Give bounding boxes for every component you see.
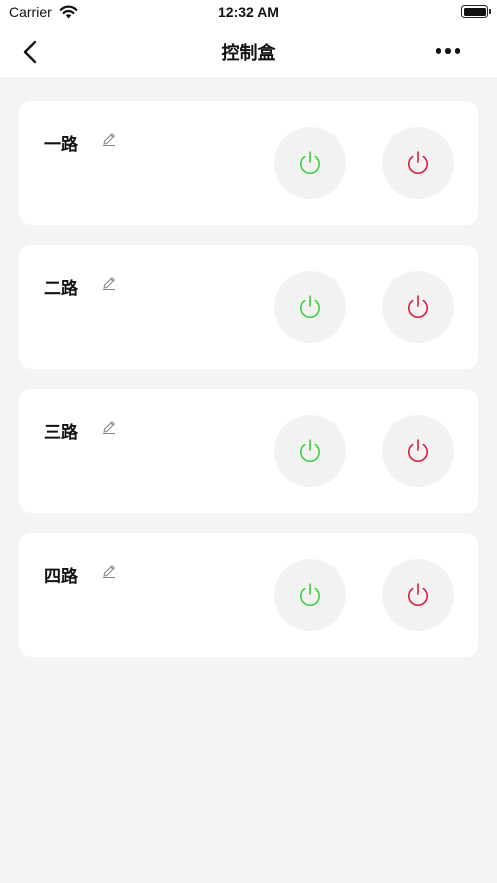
power-icon	[408, 295, 428, 318]
channel-card-4: 四路	[19, 533, 478, 657]
power-on-button[interactable]	[274, 415, 346, 487]
power-on-button[interactable]	[274, 127, 346, 199]
power-icon	[408, 439, 428, 462]
power-off-button[interactable]	[382, 415, 454, 487]
power-on-button[interactable]	[274, 271, 346, 343]
power-off-button[interactable]	[382, 127, 454, 199]
power-icon	[300, 295, 320, 318]
page-title: 控制盒	[221, 43, 276, 64]
power-icon	[408, 151, 428, 174]
more-dot	[454, 48, 461, 54]
power-icon	[300, 151, 320, 174]
power-icon	[300, 439, 320, 462]
channel-card-3: 三路	[19, 389, 478, 513]
power-icon	[408, 583, 428, 606]
pencil-icon[interactable]	[101, 275, 117, 291]
pencil-icon[interactable]	[101, 563, 117, 579]
battery-icon	[461, 5, 488, 18]
more-button[interactable]	[430, 38, 466, 64]
channel-list: 一路 二路 三路 四路	[19, 101, 478, 677]
channel-name: 四路	[44, 567, 78, 587]
status-time: 12:32 AM	[218, 4, 279, 20]
more-dot	[435, 48, 442, 54]
power-off-button[interactable]	[382, 271, 454, 343]
power-off-button[interactable]	[382, 559, 454, 631]
channel-name: 二路	[44, 279, 78, 299]
battery-cap	[489, 9, 491, 14]
channel-name: 三路	[44, 423, 78, 443]
power-on-button[interactable]	[274, 559, 346, 631]
channel-card-1: 一路	[19, 101, 478, 225]
navigation-bar: 控制盒	[0, 26, 497, 77]
power-icon	[300, 583, 320, 606]
pencil-icon[interactable]	[101, 419, 117, 435]
status-bar: Carrier 12:32 AM	[0, 0, 497, 26]
channel-card-2: 二路	[19, 245, 478, 369]
channel-name: 一路	[44, 135, 78, 155]
pencil-icon[interactable]	[101, 131, 117, 147]
more-dot	[445, 48, 451, 54]
